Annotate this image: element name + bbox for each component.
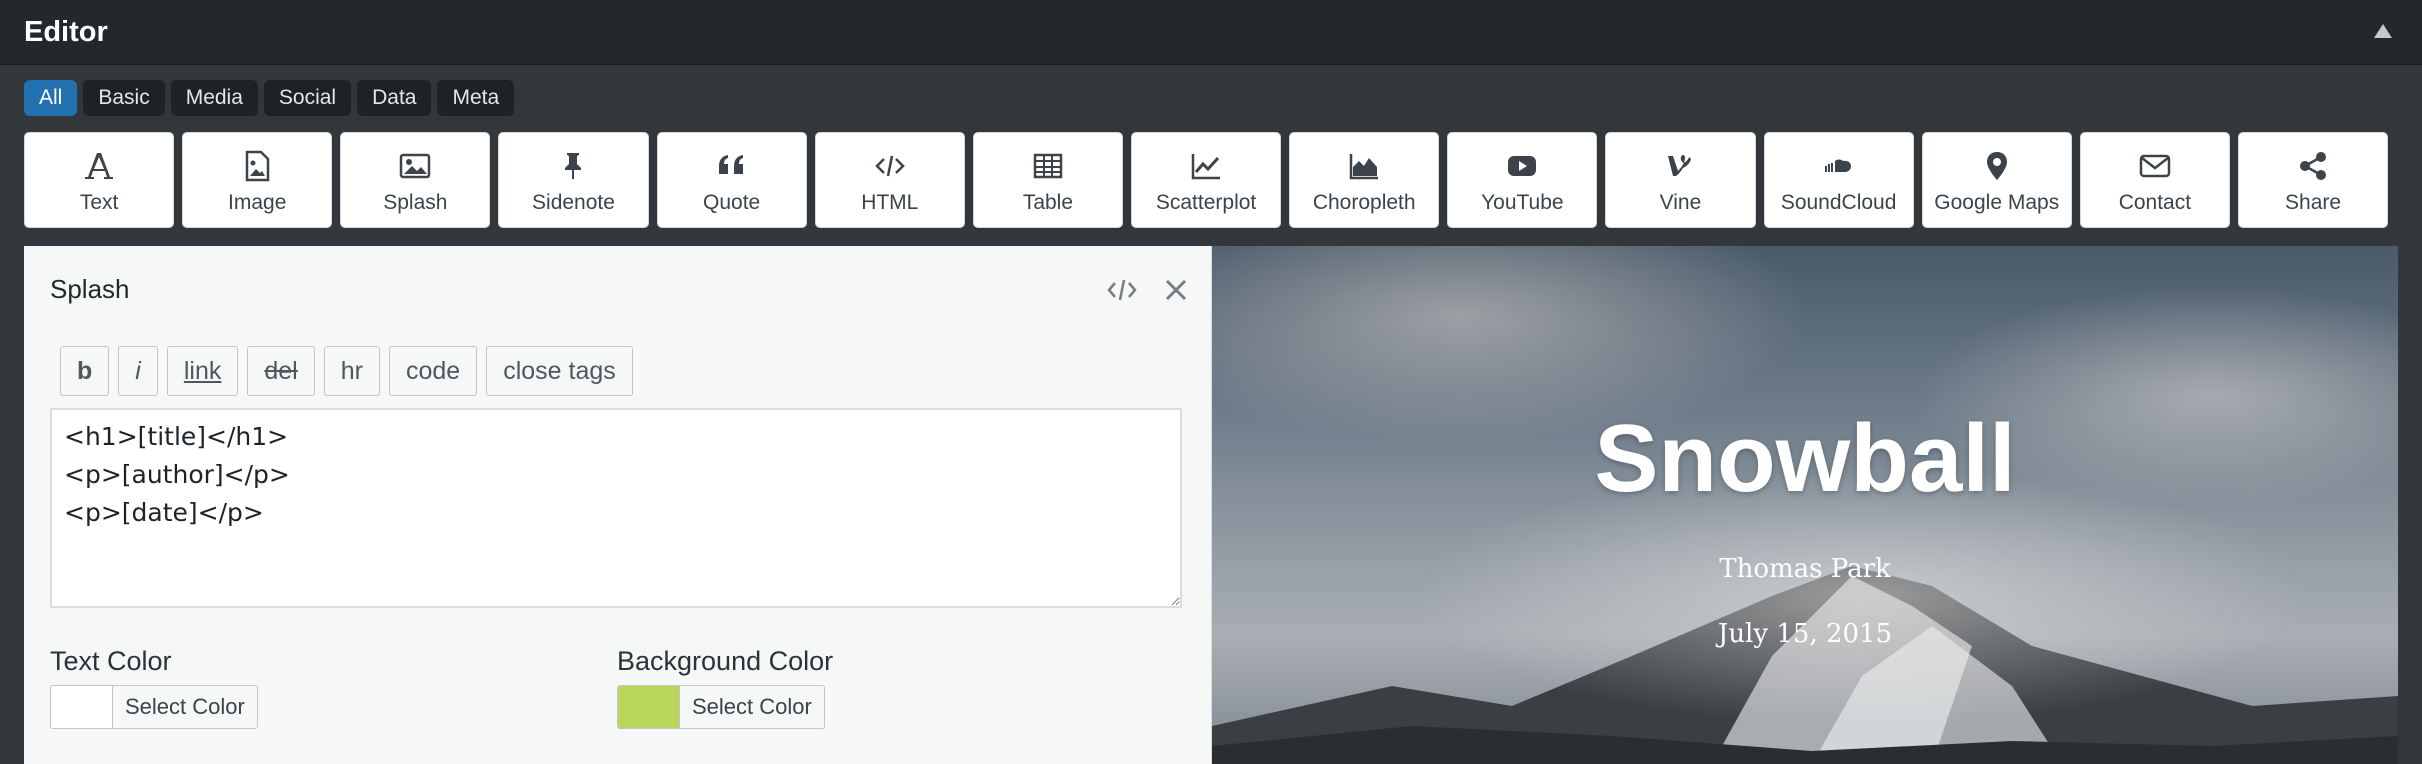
share-icon	[2296, 149, 2330, 183]
area-chart-icon	[1347, 149, 1381, 183]
soundcloud-icon	[1822, 149, 1856, 183]
block-button-text[interactable]: Text	[24, 132, 175, 228]
select-color-button[interactable]: Select Color	[680, 686, 824, 728]
filter-tab-media[interactable]: Media	[170, 80, 258, 116]
close-tags-button[interactable]: close tags	[486, 346, 633, 396]
block-button-soundcloud[interactable]: SoundCloud	[1763, 132, 1914, 228]
preview-date: July 15, 2015	[1717, 619, 1893, 649]
close-icon[interactable]	[1162, 276, 1190, 304]
color-swatch[interactable]	[51, 686, 113, 728]
block-button-image[interactable]: Image	[182, 132, 333, 228]
block-button-html[interactable]: HTML	[814, 132, 965, 228]
block-button-splash[interactable]: Splash	[340, 132, 491, 228]
preview-author: Thomas Park	[1719, 554, 1891, 584]
block-button-table[interactable]: Table	[972, 132, 1123, 228]
block-label: Quote	[703, 191, 761, 214]
panel-title: Splash	[50, 274, 130, 304]
bold-button[interactable]: b	[60, 346, 110, 396]
horizontal-rule-button[interactable]: hr	[323, 346, 380, 396]
filter-tab-meta[interactable]: Meta	[437, 80, 515, 116]
block-label: Choropleth	[1312, 191, 1416, 214]
block-label: Sidenote	[532, 191, 615, 214]
block-label: Splash	[383, 191, 448, 214]
block-label: Vine	[1659, 191, 1702, 214]
block-label: Contact	[2118, 191, 2192, 214]
filter-tab-data[interactable]: Data	[357, 80, 432, 116]
envelope-icon	[2138, 149, 2172, 183]
block-label: Share	[2285, 191, 2342, 214]
block-label: Text	[79, 191, 119, 214]
block-filter-tabs: All Basic Media Social Data Meta	[24, 80, 515, 116]
code-view-icon[interactable]	[1106, 276, 1138, 304]
quote-icon	[715, 149, 749, 183]
youtube-icon	[1505, 149, 1539, 183]
block-button-contact[interactable]: Contact	[2079, 132, 2230, 228]
block-button-sidenote[interactable]: Sidenote	[498, 132, 649, 228]
scatterplot-icon	[1189, 149, 1223, 183]
text-color-field: Text Color Select Color	[50, 646, 258, 729]
filter-tab-all[interactable]: All	[24, 80, 78, 116]
window-title: Editor	[24, 15, 108, 48]
block-button-youtube[interactable]: YouTube	[1447, 132, 1598, 228]
preview-title: Snowball	[1594, 405, 2016, 512]
filter-tab-basic[interactable]: Basic	[83, 80, 165, 116]
background-color-label: Background Color	[617, 646, 834, 676]
color-swatch[interactable]	[618, 686, 680, 728]
text-icon	[82, 149, 116, 183]
select-color-button[interactable]: Select Color	[113, 686, 257, 728]
table-icon	[1031, 149, 1065, 183]
block-button-google-maps[interactable]: Google Maps	[1921, 132, 2072, 228]
map-marker-icon	[1980, 149, 2014, 183]
text-color-label: Text Color	[50, 646, 172, 676]
block-button-share[interactable]: Share	[2237, 132, 2389, 228]
block-label: Image	[228, 191, 287, 214]
italic-button[interactable]: i	[118, 346, 158, 396]
block-label: Scatterplot	[1155, 191, 1257, 214]
block-label: Table	[1022, 191, 1074, 214]
block-button-scatterplot[interactable]: Scatterplot	[1130, 132, 1282, 228]
splash-preview: Snowball Thomas Park July 15, 2015	[1212, 246, 2398, 764]
block-button-quote[interactable]: Quote	[656, 132, 807, 228]
block-button-vine[interactable]: Vine	[1605, 132, 1756, 228]
block-label: YouTube	[1481, 191, 1564, 214]
filter-tab-social[interactable]: Social	[263, 80, 352, 116]
block-label: SoundCloud	[1780, 191, 1897, 214]
pin-icon	[556, 149, 590, 183]
block-label: HTML	[861, 191, 919, 214]
html-code-editor[interactable]: <h1>[title]</h1> <p>[author]</p> <p>[dat…	[50, 408, 1182, 608]
background-color-field: Background Color Select Color	[617, 646, 833, 729]
block-button-choropleth[interactable]: Choropleth	[1289, 132, 1440, 228]
quicktags-toolbar: b i link del hr code close tags	[60, 346, 633, 396]
block-palette: Text Image Splash Sidenote Quote HTML Ta…	[24, 132, 2389, 228]
text-color-picker[interactable]: Select Color	[50, 685, 258, 729]
block-label: Google Maps	[1934, 191, 2060, 214]
vine-icon	[1663, 149, 1697, 183]
background-color-picker[interactable]: Select Color	[617, 685, 825, 729]
image-icon	[240, 149, 274, 183]
splash-editor-panel: Splash b i link del hr code close tags <…	[24, 246, 1212, 764]
link-button[interactable]: link	[166, 346, 239, 396]
splash-icon	[398, 149, 432, 183]
strikethrough-button[interactable]: del	[247, 346, 315, 396]
collapse-arrow-icon[interactable]	[2374, 24, 2392, 38]
editor-titlebar: Editor	[0, 0, 2422, 65]
code-button[interactable]: code	[388, 346, 478, 396]
code-icon	[873, 149, 907, 183]
